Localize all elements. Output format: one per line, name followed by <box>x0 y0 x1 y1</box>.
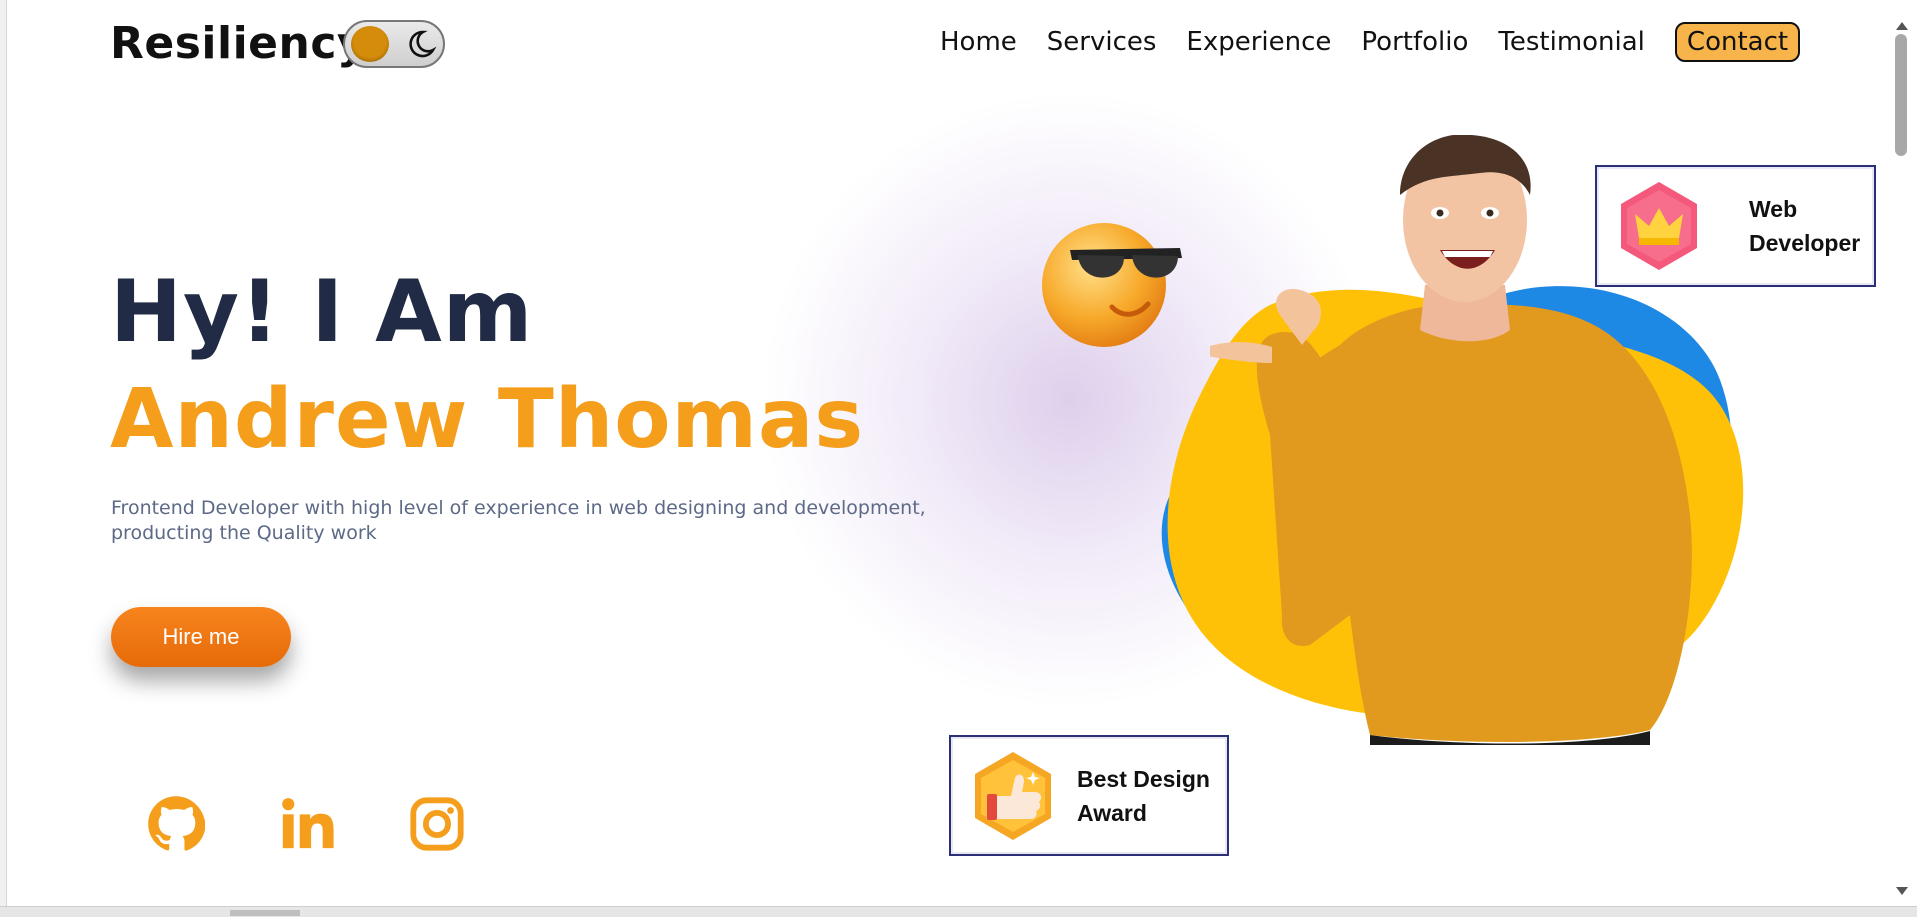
main-nav: Home Services Experience Portfolio Testi… <box>940 22 1801 62</box>
best-design-award-card: Best Design Award <box>949 735 1229 856</box>
card-line: Award <box>1077 799 1147 826</box>
hero-description: Frontend Developer with high level of ex… <box>111 497 926 544</box>
crown-icon <box>1621 182 1697 270</box>
toggle-knob <box>351 26 389 62</box>
moon-icon <box>409 30 437 58</box>
scroll-down-arrow[interactable] <box>1896 887 1908 895</box>
nav-testimonial[interactable]: Testimonial <box>1498 27 1645 57</box>
site-logo[interactable]: Resiliency <box>110 18 366 69</box>
github-icon[interactable] <box>147 795 205 853</box>
card-line: Web <box>1749 196 1798 222</box>
nav-experience[interactable]: Experience <box>1186 27 1331 57</box>
card-line: Developer <box>1749 230 1861 256</box>
hero-greeting: Hy! I Am <box>110 262 534 362</box>
scroll-thumb[interactable] <box>1895 34 1907 156</box>
hero-name: Andrew Thomas <box>110 372 865 467</box>
window-edge <box>0 0 7 916</box>
web-developer-card: Web Developer <box>1595 165 1876 287</box>
contact-button[interactable]: Contact <box>1674 22 1801 62</box>
sunglasses-emoji <box>1042 223 1182 347</box>
scroll-up-arrow[interactable] <box>1896 22 1908 30</box>
hire-me-button[interactable]: Hire me <box>111 607 291 667</box>
instagram-icon[interactable] <box>408 795 466 853</box>
theme-toggle[interactable] <box>343 20 445 68</box>
thumbs-up-icon <box>975 751 1051 840</box>
horizontal-scroll-thumb[interactable] <box>230 910 300 916</box>
nav-portfolio[interactable]: Portfolio <box>1361 27 1468 57</box>
nav-services[interactable]: Services <box>1047 27 1157 57</box>
card-line: Best Design <box>1077 765 1210 792</box>
nav-home[interactable]: Home <box>940 27 1017 57</box>
linkedin-icon[interactable] <box>278 795 336 853</box>
